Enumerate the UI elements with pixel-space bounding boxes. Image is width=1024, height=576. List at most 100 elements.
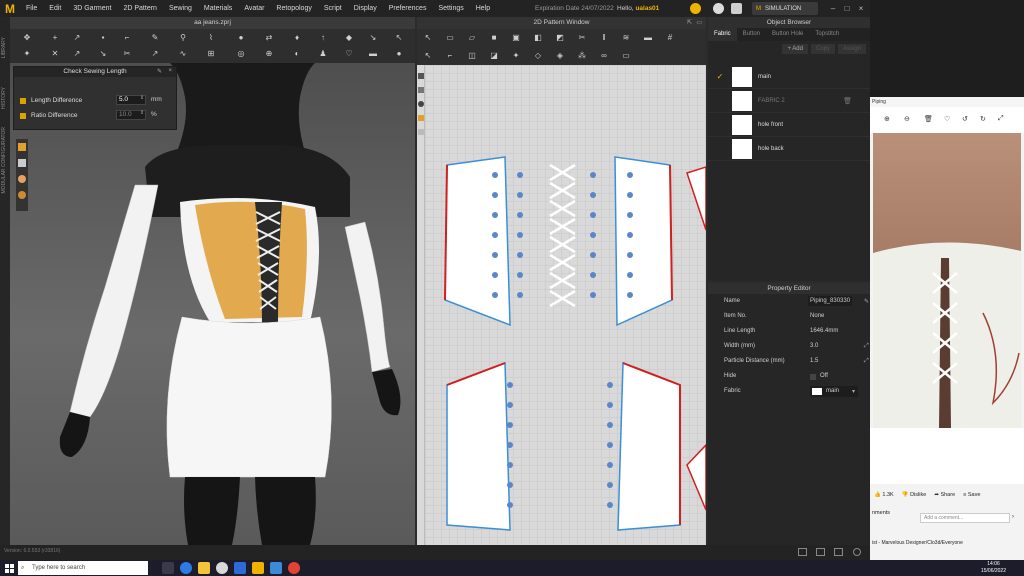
free-sewing-icon[interactable]: ǁ bbox=[599, 33, 609, 42]
close-button[interactable]: × bbox=[854, 0, 868, 17]
lacing-pattern[interactable] bbox=[549, 163, 576, 308]
video-title[interactable]: ist - Marvelous Designer/Clo3d/Everyone bbox=[872, 540, 963, 546]
tack-2d-icon[interactable]: ✦ bbox=[511, 51, 521, 60]
menu-preferences[interactable]: Preferences bbox=[383, 0, 433, 17]
float-window-icon[interactable]: ▭ bbox=[696, 19, 702, 26]
rotate-right-icon[interactable]: ↻ bbox=[980, 115, 986, 123]
tab-topstitch[interactable]: Topstitch bbox=[809, 28, 845, 41]
grid-icon[interactable]: # bbox=[665, 33, 675, 42]
modular-configurator-tab[interactable]: MODULAR CONFIGURATOR bbox=[1, 127, 7, 193]
edit-point-icon[interactable]: ▭ bbox=[445, 33, 455, 42]
mail-icon[interactable] bbox=[234, 562, 246, 574]
photos-icon[interactable] bbox=[270, 562, 282, 574]
menu-2d-pattern[interactable]: 2D Pattern bbox=[117, 0, 162, 17]
tab-button-hole[interactable]: Button Hole bbox=[766, 28, 809, 41]
buttonhole-icon[interactable]: ◇ bbox=[533, 51, 543, 60]
symmetry-icon[interactable]: ◫ bbox=[467, 51, 477, 60]
edit-name-icon[interactable]: ✎ bbox=[864, 298, 869, 305]
tab-button[interactable]: Button bbox=[737, 28, 766, 41]
ratio-difference-checkbox[interactable] bbox=[20, 112, 26, 119]
internal-rectangle-icon[interactable]: ▣ bbox=[511, 33, 521, 42]
delete-fabric-icon[interactable]: 🗑 bbox=[843, 97, 852, 105]
share-button[interactable]: ➦ Share bbox=[934, 492, 955, 498]
select-sewing-icon[interactable]: ↖ bbox=[423, 51, 433, 60]
pattern-piece-bottom-left[interactable] bbox=[446, 361, 511, 531]
reference-photo[interactable] bbox=[873, 133, 1021, 428]
sticker-2d-icon[interactable]: ⁂ bbox=[577, 51, 587, 60]
expand-window-icon[interactable]: ⇱ bbox=[687, 19, 692, 26]
garment-display-icon[interactable] bbox=[18, 159, 26, 167]
dislike-button[interactable]: 👎 Dislike bbox=[902, 492, 927, 498]
save-button[interactable]: ≡ Save bbox=[963, 492, 980, 498]
comment-input[interactable]: Add a comment... bbox=[920, 513, 1010, 523]
transform-pattern-icon[interactable]: ↖ bbox=[423, 33, 433, 42]
menu-materials[interactable]: Materials bbox=[198, 0, 238, 17]
avatar-face-icon[interactable] bbox=[18, 175, 26, 183]
task-view-icon[interactable] bbox=[162, 562, 174, 574]
menu-3d-garment[interactable]: 3D Garment bbox=[67, 0, 117, 17]
system-clock[interactable]: 14:06 15/06/2022 bbox=[981, 561, 1006, 575]
start-button[interactable] bbox=[0, 560, 18, 576]
fabric-item[interactable]: hole back bbox=[708, 137, 870, 161]
avatar-display-icon[interactable] bbox=[18, 143, 26, 151]
width-slider-icon[interactable]: ⤢ bbox=[864, 343, 869, 350]
chevron-right-icon[interactable]: › bbox=[1012, 514, 1014, 520]
edge-icon[interactable] bbox=[180, 562, 192, 574]
length-stepper-icon[interactable]: ⇕ bbox=[140, 95, 144, 101]
prop-value[interactable]: None bbox=[810, 313, 824, 319]
layout-split-icon[interactable] bbox=[816, 548, 825, 556]
rotate-left-icon[interactable]: ↺ bbox=[962, 115, 968, 123]
length-difference-checkbox[interactable] bbox=[20, 97, 26, 104]
hide-checkbox[interactable] bbox=[810, 374, 816, 380]
menu-edit[interactable]: Edit bbox=[43, 0, 67, 17]
width-input[interactable]: 3.0 bbox=[810, 343, 818, 349]
particle-distance-input[interactable]: 1.5 bbox=[810, 358, 818, 364]
menu-help[interactable]: Help bbox=[470, 0, 496, 17]
view-tool-icon[interactable] bbox=[418, 101, 424, 107]
fabric-item[interactable]: hole front bbox=[708, 113, 870, 137]
close-panel-icon[interactable]: × bbox=[168, 68, 172, 74]
file-explorer-icon[interactable] bbox=[198, 562, 210, 574]
chrome-icon[interactable] bbox=[288, 562, 300, 574]
connect-icon[interactable] bbox=[731, 3, 742, 14]
ruler-icon[interactable]: ▬ bbox=[643, 33, 653, 42]
library-tab[interactable]: LIBRARY bbox=[1, 37, 7, 58]
menu-avatar[interactable]: Avatar bbox=[238, 0, 270, 17]
maximize-button[interactable]: □ bbox=[840, 0, 854, 17]
zoom-in-icon[interactable]: ⊕ bbox=[884, 115, 890, 123]
fabric-item[interactable]: FABRIC 2 🗑 bbox=[708, 89, 870, 113]
piping-2d-icon[interactable]: ◪ bbox=[489, 51, 499, 60]
menu-settings[interactable]: Settings bbox=[432, 0, 469, 17]
fold-line-icon[interactable]: ⌐ bbox=[445, 51, 455, 60]
pattern-piece-bottom-right[interactable] bbox=[617, 361, 681, 531]
copy-fabric-button[interactable]: Copy bbox=[810, 44, 835, 54]
rectangle-icon[interactable]: ■ bbox=[489, 33, 499, 42]
simulation-button[interactable]: M SIMULATION bbox=[752, 2, 818, 15]
segment-sewing-icon[interactable]: ✂ bbox=[577, 33, 587, 42]
layout-triple-icon[interactable] bbox=[834, 548, 843, 556]
app-icon[interactable] bbox=[216, 562, 228, 574]
edit-texture-2d-icon[interactable]: ◈ bbox=[555, 51, 565, 60]
fullscreen-icon[interactable]: ⤢ bbox=[998, 115, 1004, 123]
minimize-button[interactable]: – bbox=[826, 0, 840, 17]
measure-2d-icon[interactable]: ▭ bbox=[621, 51, 631, 60]
pattern-piece-partial-right[interactable] bbox=[686, 166, 706, 231]
browser-tab[interactable]: Piping bbox=[870, 97, 1024, 107]
light-icon[interactable] bbox=[18, 191, 26, 199]
help-icon[interactable] bbox=[713, 3, 724, 14]
layout-single-icon[interactable] bbox=[798, 548, 807, 556]
zoom-out-icon[interactable]: ⊖ bbox=[904, 115, 910, 123]
particle-slider-icon[interactable]: ⤢ bbox=[864, 358, 869, 365]
menu-retopology[interactable]: Retopology bbox=[270, 0, 317, 17]
pattern-piece-top-left[interactable] bbox=[444, 156, 511, 327]
2d-pattern-canvas[interactable] bbox=[425, 65, 706, 545]
taskbar-search[interactable]: ⌕ Type here to search bbox=[18, 561, 148, 575]
history-tab[interactable]: HISTORY bbox=[1, 87, 7, 109]
settings-icon[interactable] bbox=[853, 548, 861, 556]
pin-panel-icon[interactable]: ✎ bbox=[157, 68, 162, 75]
zoom-tool-icon[interactable] bbox=[418, 87, 424, 93]
username[interactable]: ualas01 bbox=[635, 5, 659, 12]
pattern-piece-partial-bottom-right[interactable] bbox=[686, 443, 706, 511]
ratio-stepper-icon[interactable]: ⇕ bbox=[140, 110, 144, 116]
delete-icon[interactable]: 🗑 bbox=[924, 115, 933, 123]
